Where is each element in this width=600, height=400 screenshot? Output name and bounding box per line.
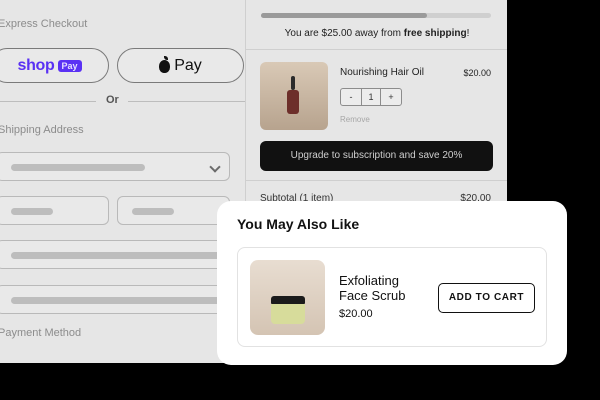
field-placeholder [11, 207, 53, 215]
field-placeholder [11, 163, 145, 171]
shop-pay-badge: Pay [57, 59, 82, 72]
field-placeholder [11, 251, 221, 259]
field-placeholder [132, 207, 174, 215]
first-name-field[interactable] [0, 196, 109, 225]
shipping-address-label: Shipping Address [0, 124, 84, 136]
city-field[interactable] [0, 285, 230, 314]
free-shipping-progress-fill [261, 13, 427, 18]
apple-pay-label: Pay [174, 56, 202, 74]
divider-line-right [128, 101, 245, 102]
last-name-field[interactable] [117, 196, 230, 225]
jar-body [271, 304, 305, 324]
country-select[interactable] [0, 152, 230, 181]
popup-title: You May Also Like [237, 216, 360, 232]
divider [246, 180, 507, 181]
apple-icon [159, 56, 171, 73]
or-divider: Or [0, 94, 245, 108]
face-scrub-image [250, 260, 325, 335]
upgrade-subscription-button[interactable]: Upgrade to subscription and save 20% [260, 141, 493, 171]
jar-lid [271, 296, 305, 304]
add-to-cart-button[interactable]: ADD TO CART [438, 283, 535, 313]
free-shipping-message: You are $25.00 away from free shipping! [246, 28, 507, 39]
shipping-message-bold: free shipping [403, 28, 467, 39]
qty-increase-button[interactable]: + [381, 89, 401, 105]
quantity-stepper: - 1 + [340, 88, 402, 106]
upsell-popup: You May Also Like Exfoliating Face Scrub… [217, 201, 567, 365]
qty-decrease-button[interactable]: - [341, 89, 361, 105]
hair-oil-image [260, 62, 328, 130]
shipping-message-prefix: You are $25.00 away from [284, 28, 404, 39]
recommended-product-name: Exfoliating Face Scrub [339, 273, 406, 303]
chevron-down-icon [209, 161, 221, 173]
divider-line-left [0, 101, 96, 102]
remove-item-link[interactable]: Remove [340, 115, 370, 124]
divider [246, 49, 507, 50]
field-placeholder [11, 296, 221, 304]
shipping-message-suffix: ! [466, 28, 470, 39]
bottle-body [287, 90, 299, 114]
bottle-dropper [291, 76, 295, 90]
free-shipping-progress [261, 13, 491, 18]
cart-item-price: $20.00 [463, 68, 491, 78]
or-label: Or [106, 94, 119, 106]
shop-pay-button[interactable]: shop Pay [0, 48, 109, 83]
address-field[interactable] [0, 240, 230, 269]
cart-item-name: Nourishing Hair Oil [340, 67, 424, 78]
express-checkout-label: Express Checkout [0, 18, 88, 30]
payment-method-label: Payment Method [0, 327, 82, 339]
apple-pay-button[interactable]: Pay [117, 48, 244, 83]
recommended-product-price: $20.00 [339, 308, 373, 320]
checkout-form: Express Checkout shop Pay Pay Or Shippin… [0, 0, 245, 363]
qty-value[interactable]: 1 [361, 89, 381, 105]
recommended-product-card: Exfoliating Face Scrub $20.00 ADD TO CAR… [237, 247, 547, 347]
shop-pay-wordmark: shop [17, 56, 55, 74]
